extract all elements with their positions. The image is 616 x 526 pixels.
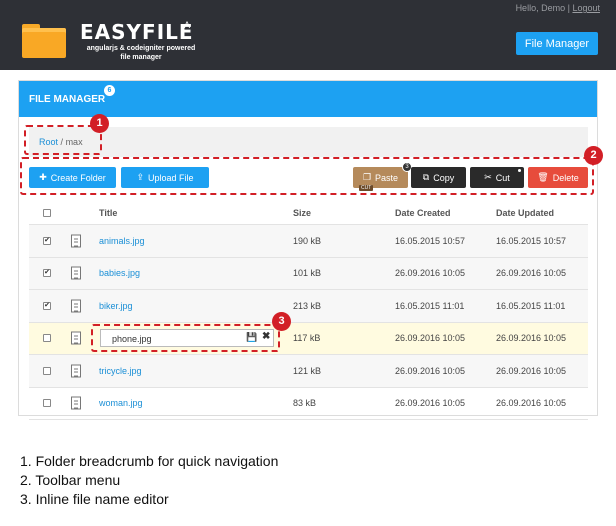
row-checkbox[interactable] — [43, 334, 51, 343]
document-icon — [71, 266, 81, 280]
callout-toolbar-outline — [20, 157, 594, 195]
brand-tagline-2: file manager — [120, 54, 162, 61]
file-size: 213 kB — [293, 300, 322, 311]
select-all-checkbox[interactable] — [43, 209, 51, 217]
row-checkbox[interactable]: ✔ — [43, 236, 51, 245]
file-title-link[interactable]: babies.jpg — [99, 268, 140, 278]
logout-link[interactable]: Logout — [572, 3, 600, 13]
header-size[interactable]: Size — [293, 208, 311, 218]
callout-breadcrumb-outline — [24, 125, 102, 155]
callout-marker-2: 2 — [584, 146, 603, 165]
brand-logo: EASYFILE A angularjs & codeigniter power… — [80, 20, 205, 62]
file-title-link[interactable]: woman.jpg — [99, 398, 143, 408]
user-bar: Hello, Demo | Logout — [516, 3, 600, 13]
file-table: Title Size Date Created Date Updated ✔ a… — [29, 202, 588, 420]
brand-tagline-1: angularjs & codeigniter powered — [86, 45, 196, 52]
file-size: 190 kB — [293, 235, 322, 246]
document-icon — [71, 234, 81, 248]
file-date-created: 16.05.2015 10:57 — [395, 235, 466, 246]
file-size: 117 kB — [293, 333, 321, 344]
greeting-text: Hello, Demo — [515, 3, 566, 13]
document-icon — [71, 396, 81, 410]
legend-item-3: 3. Inline file name editor — [20, 491, 169, 507]
folder-icon — [22, 24, 66, 58]
file-size: 83 kB — [293, 398, 317, 409]
table-row[interactable]: ✔ animals.jpg 190 kB 16.05.2015 10:57 16… — [29, 225, 588, 258]
file-manager-button[interactable]: File Manager — [516, 32, 598, 55]
user-bar-separator: | — [567, 3, 570, 13]
callout-legend: 1. Folder breadcrumb for quick navigatio… — [20, 452, 278, 509]
header-date-created[interactable]: Date Created — [395, 208, 451, 218]
file-date-updated: 16.05.2015 11:01 — [496, 300, 566, 311]
file-title-link[interactable]: animals.jpg — [99, 236, 145, 246]
table-header-row: Title Size Date Created Date Updated — [29, 202, 588, 225]
panel-header: FILE MANAGER 6 — [19, 81, 597, 117]
legend-item-2: 2. Toolbar menu — [20, 472, 121, 488]
table-row[interactable]: ✔ babies.jpg 101 kB 26.09.2016 10:05 26.… — [29, 257, 588, 290]
file-date-created: 26.09.2016 10:05 — [395, 365, 466, 376]
row-checkbox[interactable] — [43, 366, 51, 375]
file-date-updated: 26.09.2016 10:05 — [496, 333, 567, 344]
document-icon — [71, 331, 81, 345]
file-date-created: 26.09.2016 10:05 — [395, 268, 466, 279]
file-date-created: 26.09.2016 10:05 — [395, 398, 466, 409]
row-checkbox[interactable]: ✔ — [43, 269, 51, 278]
header-title[interactable]: Title — [99, 208, 117, 218]
table-row[interactable]: tricycle.jpg 121 kB 26.09.2016 10:05 26.… — [29, 355, 588, 388]
file-date-created: 16.05.2015 11:01 — [395, 300, 465, 311]
brand-badge: A — [184, 20, 191, 30]
count-badge: 6 — [104, 85, 115, 96]
file-size: 121 kB — [293, 365, 322, 376]
breadcrumb: Root / max — [29, 127, 588, 157]
top-header: Hello, Demo | Logout EASYFILE A angularj… — [0, 0, 616, 70]
table-row[interactable]: woman.jpg 83 kB 26.09.2016 10:05 26.09.2… — [29, 388, 588, 420]
legend-item-1: 1. Folder breadcrumb for quick navigatio… — [20, 453, 279, 469]
callout-marker-3: 3 — [272, 312, 291, 331]
row-checkbox[interactable] — [43, 399, 51, 408]
file-date-updated: 26.09.2016 10:05 — [496, 398, 567, 409]
callout-marker-1: 1 — [90, 114, 109, 133]
document-icon — [71, 299, 81, 313]
row-checkbox[interactable]: ✔ — [43, 301, 51, 310]
header-date-updated[interactable]: Date Updated — [496, 208, 554, 218]
file-date-created: 26.09.2016 10:05 — [395, 333, 466, 344]
file-date-updated: 16.05.2015 10:57 — [496, 235, 567, 246]
callout-editor-outline — [91, 324, 280, 352]
file-date-updated: 26.09.2016 10:05 — [496, 268, 567, 279]
file-size: 101 kB — [293, 268, 322, 279]
file-title-link[interactable]: biker.jpg — [99, 301, 133, 311]
app: Hello, Demo | Logout EASYFILE A angularj… — [0, 0, 616, 526]
document-icon — [71, 364, 81, 378]
table-row[interactable]: ✔ biker.jpg 213 kB 16.05.2015 11:01 16.0… — [29, 290, 588, 323]
file-title-link[interactable]: tricycle.jpg — [99, 366, 142, 376]
file-date-updated: 26.09.2016 10:05 — [496, 365, 567, 376]
panel-title: FILE MANAGER — [29, 94, 106, 105]
